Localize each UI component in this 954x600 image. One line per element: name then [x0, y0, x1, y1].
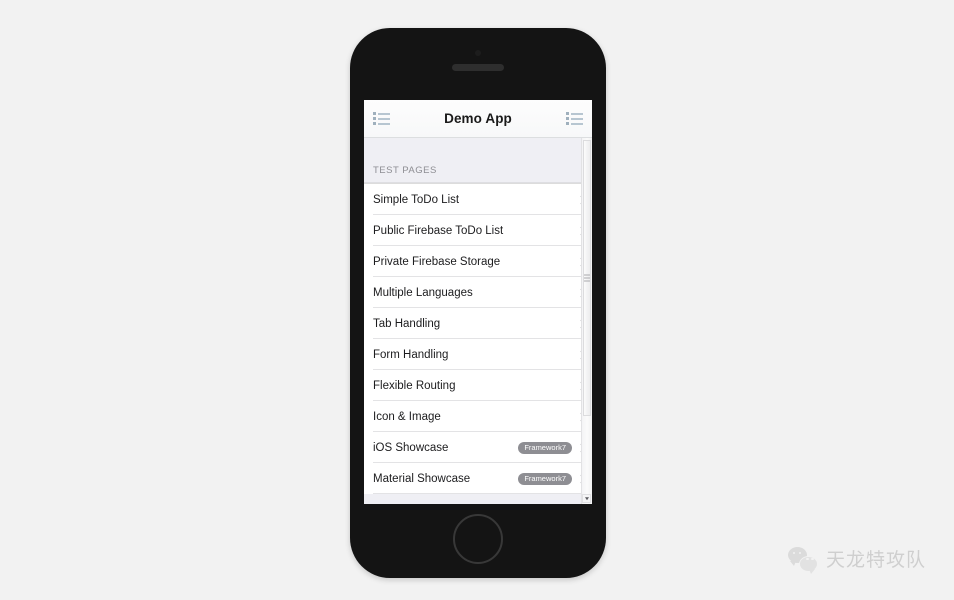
left-list-icon[interactable]	[373, 112, 390, 125]
list-item[interactable]: iOS Showcase Framework7	[364, 432, 592, 463]
watermark: 天龙特攻队	[787, 545, 926, 574]
navbar: Demo App	[364, 100, 592, 138]
list-item[interactable]: Multiple Languages	[364, 277, 592, 308]
list-item-label: Flexible Routing	[373, 379, 456, 392]
list-item[interactable]: Simple ToDo List	[364, 184, 592, 215]
list-item-label: iOS Showcase	[373, 441, 449, 454]
list-item-label: Multiple Languages	[373, 286, 473, 299]
list-item[interactable]: Public Firebase ToDo List	[364, 215, 592, 246]
section-header-test-pages: TEST PAGES	[364, 160, 592, 183]
list-item-badge: Framework7	[518, 472, 572, 485]
list-item[interactable]: Icon & Image	[364, 401, 592, 432]
scroll-down-arrow[interactable]	[582, 494, 591, 503]
list-item-label: Private Firebase Storage	[373, 255, 501, 268]
right-list-icon[interactable]	[566, 112, 583, 125]
wechat-logo-icon	[787, 546, 818, 574]
list-item[interactable]: Form Handling	[364, 339, 592, 370]
navbar-title: Demo App	[444, 111, 512, 126]
list-item[interactable]: Material Showcase Framework7	[364, 463, 592, 494]
list-item-accessory: Framework7	[518, 441, 586, 454]
iphone-mockup: Demo App TEST PAGES Simple ToDo List Pub…	[350, 28, 606, 578]
test-pages-list: Simple ToDo List Public Firebase ToDo Li…	[364, 183, 592, 494]
list-item-accessory: Framework7	[518, 472, 586, 485]
home-button[interactable]	[453, 514, 503, 564]
watermark-text: 天龙特攻队	[825, 549, 926, 571]
list-item-label: Tab Handling	[373, 317, 441, 330]
list-item-label: Material Showcase	[373, 472, 471, 485]
scrollbar-grip-icon	[584, 274, 590, 282]
list-item[interactable]: Tab Handling	[364, 308, 592, 339]
list-item-label: Form Handling	[373, 348, 449, 361]
scrollbar-thumb[interactable]	[583, 140, 591, 416]
page-content: TEST PAGES Simple ToDo List Public Fireb…	[364, 138, 592, 504]
scroll-content: TEST PAGES Simple ToDo List Public Fireb…	[364, 138, 592, 494]
phone-screen: Demo App TEST PAGES Simple ToDo List Pub…	[364, 100, 592, 504]
earpiece-speaker	[452, 64, 504, 71]
front-camera-icon	[475, 50, 481, 56]
list-item-label: Public Firebase ToDo List	[373, 224, 504, 237]
list-item[interactable]: Flexible Routing	[364, 370, 592, 401]
list-item-label: Icon & Image	[373, 410, 441, 423]
content-top-spacer	[364, 138, 592, 160]
list-item-label: Simple ToDo List	[373, 193, 460, 206]
list-item[interactable]: Private Firebase Storage	[364, 246, 592, 277]
list-item-badge: Framework7	[518, 441, 572, 454]
vertical-scrollbar[interactable]	[581, 138, 592, 504]
